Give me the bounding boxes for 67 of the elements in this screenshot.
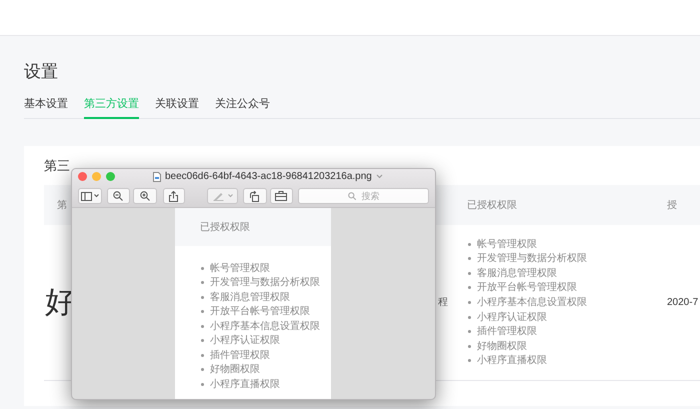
card-title: 第三 xyxy=(44,158,70,174)
column-header: 已授权权限 xyxy=(200,220,250,234)
bullet-icon xyxy=(201,382,204,386)
share-button[interactable] xyxy=(162,188,186,204)
permission-item: 好物圈权限 xyxy=(210,362,260,378)
permission-item: 帐号管理权限 xyxy=(477,238,537,252)
bullet-icon xyxy=(468,301,471,304)
search-field[interactable]: 搜索 xyxy=(298,188,430,204)
permission-item: 好物圈权限 xyxy=(477,340,527,354)
bullet-icon xyxy=(201,281,204,284)
bullet-icon xyxy=(468,272,471,275)
page-title: 设置 xyxy=(24,61,59,83)
permission-item: 插件管理权限 xyxy=(477,324,537,340)
bullet-icon xyxy=(468,242,471,246)
permission-item: 插件管理权限 xyxy=(210,348,270,363)
zoom-out-icon xyxy=(113,191,124,201)
logo-text: 好 xyxy=(45,284,75,320)
bullet-icon xyxy=(468,286,471,290)
bullet-icon xyxy=(201,339,204,342)
table-cell-text: 程 xyxy=(438,296,448,310)
column-header: 授 xyxy=(667,198,677,212)
bullet-icon xyxy=(468,316,471,319)
toolbox-icon xyxy=(275,191,288,201)
permission-item: 小程序认证权限 xyxy=(210,334,280,348)
share-icon xyxy=(169,190,178,202)
permission-item: 客服消息管理权限 xyxy=(477,266,557,281)
permission-item: 帐号管理权限 xyxy=(210,262,270,276)
column-header: 第 xyxy=(57,198,67,212)
bullet-icon xyxy=(201,296,204,299)
bullet-icon xyxy=(468,257,471,260)
permission-item: 小程序认证权限 xyxy=(477,310,547,325)
rotate-button[interactable] xyxy=(243,188,267,204)
permission-item: 小程序基本信息设置权限 xyxy=(477,296,587,310)
bullet-icon xyxy=(201,310,204,314)
rotate-icon xyxy=(249,190,260,202)
toolbox-button[interactable] xyxy=(270,188,294,204)
file-icon xyxy=(153,172,161,182)
search-icon xyxy=(348,192,356,200)
permission-item: 小程序基本信息设置权限 xyxy=(210,320,320,334)
permission-item: 小程序直播权限 xyxy=(477,354,547,368)
bullet-icon xyxy=(468,330,471,334)
permission-item: 客服消息管理权限 xyxy=(210,290,290,305)
permission-item: 小程序直播权限 xyxy=(210,378,280,392)
zoom-in-button[interactable] xyxy=(133,188,156,204)
window-title: beec06d6-64bf-4643-ac18-96841203216a.png xyxy=(165,170,372,184)
permission-item: 开发管理与数据分析权限 xyxy=(210,276,320,290)
chevron-icon xyxy=(94,194,99,198)
sidebar-icon xyxy=(80,192,92,200)
permission-item: 开放平台帐号管理权限 xyxy=(210,304,310,320)
bullet-icon xyxy=(468,344,471,348)
permission-item: 开放平台帐号管理权限 xyxy=(477,280,577,296)
tab[interactable]: 关注公众号 xyxy=(215,96,270,119)
bullet-icon xyxy=(201,266,204,270)
bullet-icon xyxy=(201,354,204,357)
zoom-out-button[interactable] xyxy=(106,188,130,204)
tab[interactable]: 关联设置 xyxy=(155,96,199,119)
zoom-in-icon xyxy=(140,191,150,201)
tab[interactable]: 基本设置 xyxy=(24,96,68,119)
column-header: 已授权权限 xyxy=(467,198,517,212)
sidebar-button[interactable] xyxy=(78,188,102,204)
date-text: 2020-7 xyxy=(667,296,700,310)
bullet-icon xyxy=(201,324,204,328)
bullet-icon xyxy=(468,359,471,362)
bullet-icon xyxy=(201,368,204,372)
chevron-icon xyxy=(228,194,233,198)
pen-icon xyxy=(212,192,224,200)
permission-item: 开发管理与数据分析权限 xyxy=(477,252,587,266)
